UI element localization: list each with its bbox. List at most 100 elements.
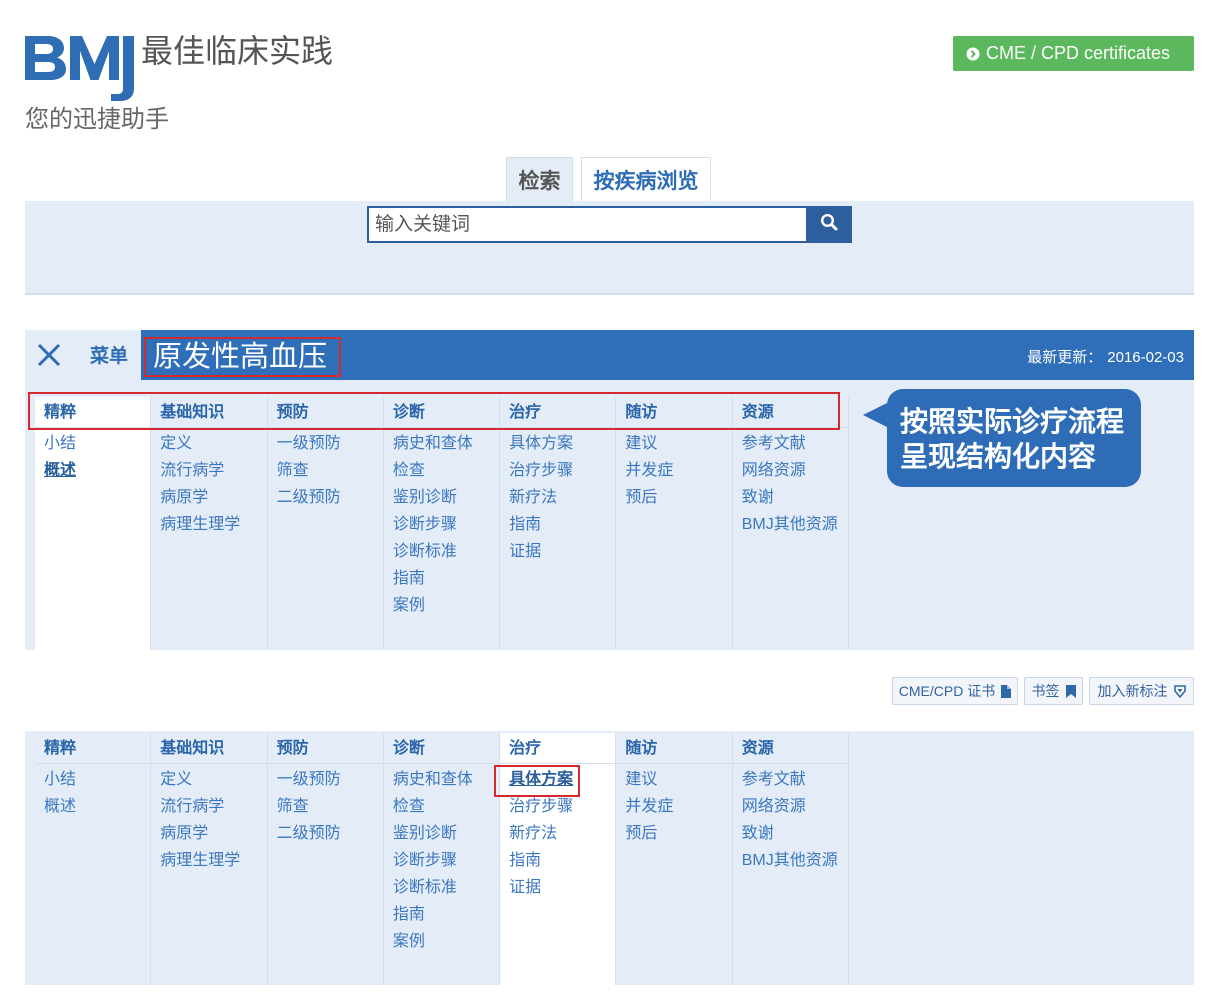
menu-item-link[interactable]: BMJ其他资源 xyxy=(733,511,848,538)
menu-item-link[interactable]: 病原学 xyxy=(151,820,266,847)
menu-item-link[interactable]: 网络资源 xyxy=(733,457,848,484)
cme-certificates-button[interactable]: CME / CPD certificates xyxy=(953,36,1194,71)
menu-item-link[interactable]: 建议 xyxy=(616,766,731,793)
menu-item-link[interactable]: 指南 xyxy=(500,847,615,874)
menu-column-follow-up: 随访 建议 并发症 预后 xyxy=(616,733,733,985)
menu-item-link[interactable]: 致谢 xyxy=(733,484,848,511)
tool-label: CME/CPD 证书 xyxy=(898,683,996,699)
menu-item-link[interactable]: 病原学 xyxy=(151,484,266,511)
menu-item-link[interactable]: 诊断步骤 xyxy=(384,847,499,874)
menu-item-link[interactable]: 诊断标准 xyxy=(384,538,499,565)
tab-search[interactable]: 检索 xyxy=(506,157,573,201)
menu-tab-basics[interactable]: 基础知识 xyxy=(151,397,267,428)
menu-tab-resources[interactable]: 资源 xyxy=(732,733,848,764)
cme-cpd-certificate-button[interactable]: CME/CPD 证书 xyxy=(892,677,1018,705)
menu-item-link[interactable]: 预后 xyxy=(616,820,731,847)
menu-item-link[interactable]: 鉴别诊断 xyxy=(384,820,499,847)
callout-line: 按照实际诊疗流程 xyxy=(900,406,1125,437)
menu-item-list: 参考文献 网络资源 致谢 BMJ其他资源 xyxy=(733,764,848,874)
menu-column-highlights: 精粹 小结 概述 xyxy=(35,733,152,985)
menu-item-link[interactable]: 参考文献 xyxy=(733,430,848,457)
menu-item-link[interactable]: 具体方案 xyxy=(500,766,615,793)
menu-item-link[interactable]: 案例 xyxy=(384,928,499,955)
menu-tab-treatment[interactable]: 治疗 xyxy=(500,397,616,428)
menu-item-link[interactable]: 治疗步骤 xyxy=(500,793,615,820)
menu-item-link[interactable]: 病理生理学 xyxy=(151,847,266,874)
menu-item-link[interactable]: 鉴别诊断 xyxy=(384,484,499,511)
menu-item-link[interactable]: 定义 xyxy=(151,766,266,793)
menu-item-link[interactable]: 新疗法 xyxy=(500,484,615,511)
menu-item-link[interactable]: 小结 xyxy=(35,766,150,793)
menu-item-link[interactable]: 并发症 xyxy=(616,457,731,484)
menu-item-link[interactable]: 并发症 xyxy=(616,793,731,820)
last-updated-date: 2016-02-03 xyxy=(1107,349,1184,366)
menu-item-list: 病史和查体 检查 鉴别诊断 诊断步骤 诊断标准 指南 案例 xyxy=(384,428,499,619)
menu-tab-diagnosis[interactable]: 诊断 xyxy=(383,733,500,764)
menu-item-link[interactable]: 流行病学 xyxy=(151,457,266,484)
menu-item-link[interactable]: 指南 xyxy=(384,565,499,592)
menu-item-link[interactable]: 预后 xyxy=(616,484,731,511)
menu-tab-highlights[interactable]: 精粹 xyxy=(35,397,151,428)
menu-item-link[interactable]: 筛查 xyxy=(268,793,383,820)
add-annotation-button[interactable]: 加入新标注 xyxy=(1089,677,1194,705)
menu-tab-diagnosis[interactable]: 诊断 xyxy=(383,397,500,428)
menu-item-link[interactable]: 病史和查体 xyxy=(384,430,499,457)
menu-item-link[interactable]: 筛查 xyxy=(268,457,383,484)
menu-tab-follow-up[interactable]: 随访 xyxy=(616,397,732,428)
menu-tab-treatment[interactable]: 治疗 xyxy=(500,733,616,764)
tool-label: 加入新标注 xyxy=(1097,683,1168,699)
menu-item-link[interactable]: 检查 xyxy=(384,793,499,820)
menu-column-prevention: 预防 一级预防 筛查 二级预防 xyxy=(267,733,384,985)
product-name: 最佳临床实践 xyxy=(141,33,334,69)
callout-bubble: 按照实际诊疗流程 呈现结构化内容 xyxy=(863,389,1141,487)
menu-item-link[interactable]: 建议 xyxy=(616,430,731,457)
menu-item-link[interactable]: 流行病学 xyxy=(151,793,266,820)
menu-toggle-button[interactable]: 菜单 xyxy=(25,330,141,380)
menu-item-link[interactable]: 诊断步骤 xyxy=(384,511,499,538)
search-icon xyxy=(820,213,838,236)
menu-item-link[interactable]: 致谢 xyxy=(733,820,848,847)
menu-tab-prevention[interactable]: 预防 xyxy=(267,397,383,428)
menu-item-link[interactable]: 定义 xyxy=(151,430,266,457)
topic-title: 原发性高血压 xyxy=(153,341,328,373)
menu-item-link[interactable]: 网络资源 xyxy=(733,793,848,820)
menu-item-link[interactable]: 病史和查体 xyxy=(384,766,499,793)
menu-item-link[interactable]: 病理生理学 xyxy=(151,511,266,538)
menu-item-link[interactable]: 诊断标准 xyxy=(384,874,499,901)
menu-item-link[interactable]: 新疗法 xyxy=(500,820,615,847)
menu-item-link[interactable]: 证据 xyxy=(500,538,615,565)
tool-label: 书签 xyxy=(1031,683,1060,699)
menu-item-list: 小结 概述 xyxy=(35,428,150,484)
menu-item-link[interactable]: 一级预防 xyxy=(268,766,383,793)
menu-item-link[interactable]: 证据 xyxy=(500,874,615,901)
menu-item-link[interactable]: 小结 xyxy=(35,430,150,457)
menu-item-link[interactable]: 指南 xyxy=(384,901,499,928)
menu-columns: 精粹 小结 概述 基础知识 定义 流行病学 病原学 病理生理学 预防 一级预防 筛查 二级预防 诊断 病史… xyxy=(35,397,849,650)
menu-tab-prevention[interactable]: 预防 xyxy=(267,733,383,764)
menu-item-list: 建议 并发症 预后 xyxy=(616,764,731,847)
menu-item-link[interactable]: 检查 xyxy=(384,457,499,484)
last-updated-label: 最新更新： xyxy=(1027,349,1103,366)
menu-item-link[interactable]: 指南 xyxy=(500,511,615,538)
menu-item-link[interactable]: 一级预防 xyxy=(268,430,383,457)
menu-item-link[interactable]: 案例 xyxy=(384,592,499,619)
tagline: 您的迅捷助手 xyxy=(25,106,169,133)
bmj-logo[interactable] xyxy=(25,34,137,102)
search-input[interactable] xyxy=(367,206,807,243)
menu-item-link[interactable]: 治疗步骤 xyxy=(500,457,615,484)
tab-browse-by-disease[interactable]: 按疾病浏览 xyxy=(581,157,711,201)
menu-item-link[interactable]: 具体方案 xyxy=(500,430,615,457)
menu-tab-resources[interactable]: 资源 xyxy=(732,397,848,428)
menu-item-link[interactable]: BMJ其他资源 xyxy=(733,847,848,874)
menu-item-link[interactable]: 二级预防 xyxy=(268,484,383,511)
menu-item-list: 一级预防 筛查 二级预防 xyxy=(268,428,383,511)
menu-item-link[interactable]: 概述 xyxy=(35,793,150,820)
menu-tab-follow-up[interactable]: 随访 xyxy=(616,733,732,764)
bookmark-button[interactable]: 书签 xyxy=(1024,677,1083,705)
menu-item-link[interactable]: 概述 xyxy=(35,457,150,484)
menu-tab-basics[interactable]: 基础知识 xyxy=(151,733,267,764)
menu-tab-highlights[interactable]: 精粹 xyxy=(35,733,151,764)
menu-item-link[interactable]: 二级预防 xyxy=(268,820,383,847)
menu-item-link[interactable]: 参考文献 xyxy=(733,766,848,793)
search-button[interactable] xyxy=(806,206,852,243)
